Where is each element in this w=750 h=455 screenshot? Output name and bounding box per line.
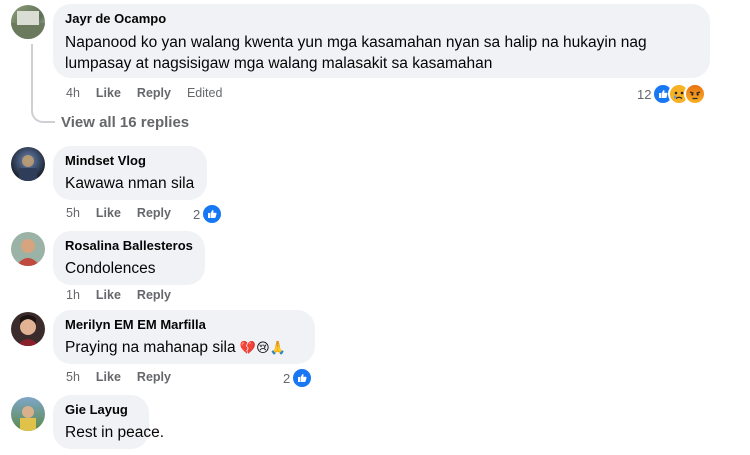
comment-actions: 5h Like Reply xyxy=(66,206,187,220)
comment-text-row: Praying na mahanap sila 💔😢🙏 xyxy=(65,337,303,358)
comment-bubble: Mindset Vlog Kawawa nman sila xyxy=(53,146,207,200)
comment-text: Condolences xyxy=(65,260,156,277)
avatar[interactable] xyxy=(11,147,45,181)
reply-button[interactable]: Reply xyxy=(137,86,171,100)
like-button[interactable]: Like xyxy=(96,288,121,302)
comment-author[interactable]: Jayr de Ocampo xyxy=(65,11,698,27)
view-all-replies-link[interactable]: View all 16 replies xyxy=(61,114,189,131)
edited-label[interactable]: Edited xyxy=(187,86,222,100)
comment-bubble: Gie Layug Rest in peace. xyxy=(53,395,165,449)
comment-time[interactable]: 1h xyxy=(66,288,80,302)
comment-author[interactable]: Rosalina Ballesteros xyxy=(65,238,193,254)
comment-author[interactable]: Gie Layug xyxy=(65,402,137,418)
comment-bubble: Jayr de Ocampo Napanood ko yan walang kw… xyxy=(53,4,710,78)
like-icon xyxy=(201,203,224,225)
reaction-summary[interactable]: 2 xyxy=(283,367,314,389)
comment-text-line: Napanood ko yan walang kwenta yun mga ka… xyxy=(65,34,647,51)
reply-button[interactable]: Reply xyxy=(137,288,171,302)
comment-time[interactable]: 5h xyxy=(66,206,80,220)
comment-time[interactable]: 5h xyxy=(66,370,80,384)
avatar[interactable] xyxy=(11,312,45,346)
comment-text: Rest in peace. xyxy=(65,424,165,441)
avatar[interactable] xyxy=(11,232,45,266)
reaction-count: 2 xyxy=(193,206,201,222)
reaction-count: 2 xyxy=(283,370,291,386)
comment-author[interactable]: Mindset Vlog xyxy=(65,153,195,169)
reply-thread-line xyxy=(31,44,55,123)
comment-text-line: lumpasay at nagsisigaw mga walang malasa… xyxy=(65,55,493,72)
comment-actions: 1h Like Reply xyxy=(66,288,187,302)
like-icon xyxy=(291,367,314,389)
comment-bubble: Rosalina Ballesteros Condolences xyxy=(53,231,205,285)
avatar[interactable] xyxy=(11,5,45,39)
avatar-image xyxy=(19,155,37,181)
reaction-count: 12 xyxy=(637,86,652,102)
like-button[interactable]: Like xyxy=(96,370,121,384)
like-button[interactable]: Like xyxy=(96,86,121,100)
comment-author[interactable]: Merilyn EM EM Marfilla xyxy=(65,317,303,333)
avatar-image xyxy=(16,239,40,266)
reaction-summary[interactable]: 12 xyxy=(637,83,707,105)
avatar-image xyxy=(17,315,39,346)
comment-actions: 5h Like Reply xyxy=(66,370,187,384)
comment-emojis: 💔😢🙏 xyxy=(239,340,286,355)
reply-button[interactable]: Reply xyxy=(137,206,171,220)
comment-text: Kawawa nman sila xyxy=(65,175,195,192)
comment-actions: 4h Like Reply Edited xyxy=(66,86,238,100)
like-button[interactable]: Like xyxy=(96,206,121,220)
reaction-summary[interactable]: 2 xyxy=(193,203,224,225)
comment-bubble: Merilyn EM EM Marfilla Praying na mahana… xyxy=(53,310,315,364)
avatar-image xyxy=(11,11,45,39)
reply-button[interactable]: Reply xyxy=(137,370,171,384)
avatar-image xyxy=(20,406,36,431)
angry-icon xyxy=(684,83,707,105)
comment-time[interactable]: 4h xyxy=(66,86,80,100)
comment-text: Praying na mahanap sila xyxy=(65,339,236,356)
avatar[interactable] xyxy=(11,397,45,431)
